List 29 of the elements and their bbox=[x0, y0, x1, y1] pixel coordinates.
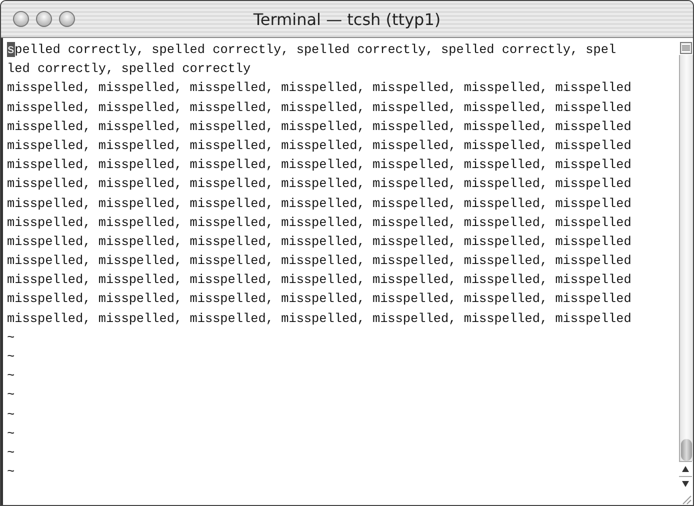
terminal-line: ~ bbox=[7, 368, 15, 384]
terminal-line: ~ bbox=[7, 387, 15, 402]
terminal-line: spelled correctly, spelled correctly, spelled correctly, spelled correctly, spel bbox=[7, 42, 616, 57]
scrollbar-thumb[interactable] bbox=[681, 439, 692, 461]
terminal-line: misspelled, misspelled, misspelled, misspelled, misspelled, misspelled, misspelled bbox=[7, 100, 632, 115]
terminal-line: ~ bbox=[7, 426, 15, 441]
window-title: Terminal — tcsh (ttyp1) bbox=[253, 10, 441, 28]
close-button[interactable] bbox=[13, 11, 29, 27]
zoom-button[interactable] bbox=[59, 11, 75, 27]
terminal-line: ~ bbox=[7, 330, 15, 345]
terminal-line: misspelled, misspelled, misspelled, misspelled, misspelled, misspelled, misspelled bbox=[7, 272, 632, 288]
terminal-line: misspelled, misspelled, misspelled, misspelled, misspelled, misspelled, misspelled bbox=[7, 310, 632, 326]
terminal-line: misspelled, misspelled, misspelled, misspelled, misspelled, misspelled, misspelled bbox=[7, 118, 632, 134]
terminal-line: misspelled, misspelled, misspelled, misspelled, misspelled, misspelled, misspelled bbox=[7, 234, 632, 249]
terminal-line: misspelled, misspelled, misspelled, misspelled, misspelled, misspelled, misspelled bbox=[7, 196, 632, 210]
terminal-line: ~ bbox=[7, 444, 15, 460]
terminal-line: misspelled, misspelled, misspelled, misspelled, misspelled, misspelled, misspelled bbox=[7, 157, 632, 172]
terminal-line: ~ bbox=[7, 406, 15, 422]
minimize-button[interactable] bbox=[36, 11, 52, 27]
terminal-line: ~ bbox=[7, 349, 15, 364]
terminal-line: misspelled, misspelled, misspelled, misspelled, misspelled, misspelled, misspelled bbox=[7, 138, 632, 153]
terminal-line: misspelled, misspelled, misspelled, misspelled, misspelled, misspelled, misspelled bbox=[7, 176, 632, 192]
terminal-line: led correctly, spelled correctly bbox=[7, 61, 251, 76]
terminal-line: misspelled, misspelled, misspelled, misspelled, misspelled, misspelled, misspelled bbox=[7, 253, 632, 268]
terminal-line: misspelled, misspelled, misspelled, misspelled, misspelled, misspelled, misspelled bbox=[7, 80, 632, 96]
terminal-line: ~ bbox=[7, 464, 15, 480]
terminal-line: misspelled, misspelled, misspelled, misspelled, misspelled, misspelled, misspelled bbox=[7, 214, 632, 230]
split-pane-icon[interactable] bbox=[680, 42, 692, 54]
terminal-line: misspelled, misspelled, misspelled, misspelled, misspelled, misspelled, misspelled bbox=[7, 291, 632, 306]
